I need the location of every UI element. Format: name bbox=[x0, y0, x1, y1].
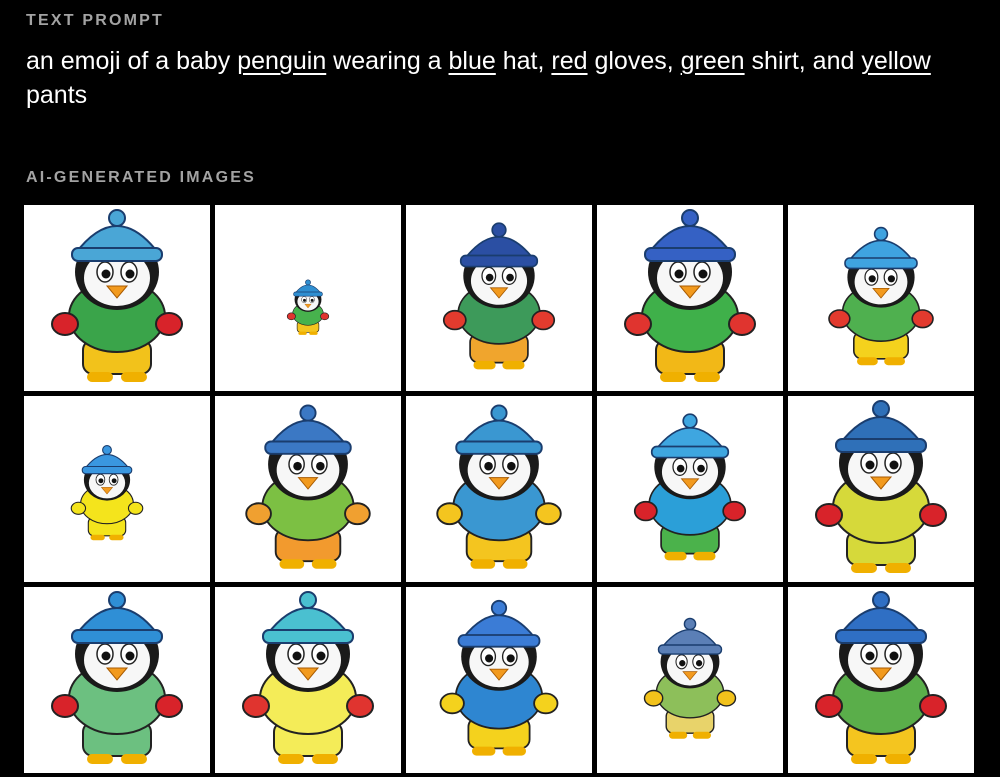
penguin-illustration bbox=[439, 599, 559, 756]
penguin-illustration bbox=[245, 404, 371, 569]
keyword-green[interactable]: green bbox=[681, 47, 745, 75]
penguin-illustration bbox=[51, 591, 183, 764]
prompt-fragment: hat, bbox=[495, 47, 552, 75]
penguin-illustration bbox=[815, 400, 947, 573]
generated-image[interactable] bbox=[788, 205, 974, 391]
generated-image[interactable] bbox=[406, 205, 592, 391]
generated-image[interactable] bbox=[597, 587, 783, 773]
generated-image[interactable] bbox=[24, 396, 210, 582]
keyword-penguin[interactable]: penguin bbox=[237, 47, 326, 75]
penguin-illustration bbox=[828, 226, 934, 366]
penguin-illustration bbox=[51, 209, 183, 382]
generated-image[interactable] bbox=[24, 587, 210, 773]
penguin-illustration bbox=[242, 591, 374, 764]
generated-image[interactable] bbox=[406, 396, 592, 582]
generated-image[interactable] bbox=[406, 587, 592, 773]
penguin-illustration bbox=[436, 404, 562, 569]
generated-image[interactable] bbox=[215, 587, 401, 773]
generated-image[interactable] bbox=[215, 396, 401, 582]
penguin-illustration bbox=[815, 591, 947, 764]
image-grid bbox=[24, 205, 974, 777]
prompt-fragment: an emoji of a baby bbox=[26, 47, 238, 75]
prompt-fragment: gloves, bbox=[587, 47, 681, 75]
keyword-yellow[interactable]: yellow bbox=[861, 47, 930, 75]
ai-generated-images-label: AI-GENERATED IMAGES bbox=[26, 169, 256, 186]
generated-image[interactable] bbox=[788, 587, 974, 773]
text-prompt-label: TEXT PROMPT bbox=[26, 12, 164, 29]
prompt-text: an emoji of a baby penguin wearing a blu… bbox=[26, 44, 966, 112]
generated-image[interactable] bbox=[24, 205, 210, 391]
generated-image[interactable] bbox=[597, 396, 783, 582]
generated-image[interactable] bbox=[597, 205, 783, 391]
keyword-blue[interactable]: blue bbox=[449, 47, 496, 75]
prompt-fragment: shirt, and bbox=[744, 47, 862, 75]
penguin-illustration bbox=[643, 617, 737, 739]
generated-image[interactable] bbox=[788, 396, 974, 582]
penguin-illustration bbox=[633, 413, 747, 561]
penguin-illustration bbox=[442, 222, 556, 370]
penguin-illustration bbox=[286, 279, 330, 335]
penguin-illustration bbox=[624, 209, 756, 382]
generated-image[interactable] bbox=[215, 205, 401, 391]
prompt-fragment: pants bbox=[26, 81, 88, 109]
penguin-illustration bbox=[70, 445, 144, 541]
prompt-fragment: wearing a bbox=[326, 47, 449, 75]
keyword-red[interactable]: red bbox=[551, 47, 587, 75]
